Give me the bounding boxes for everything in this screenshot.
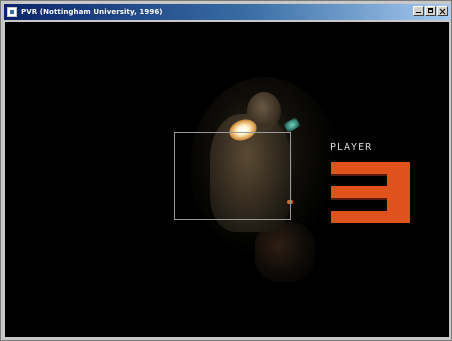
game-window: PVR (Nottingham University, 1996) PLAYER (0, 0, 452, 341)
minimize-button[interactable] (413, 6, 424, 16)
window-title: PVR (Nottingham University, 1996) (21, 8, 163, 16)
maximize-button[interactable] (425, 6, 436, 16)
app-icon[interactable] (7, 7, 17, 17)
close-button[interactable] (437, 6, 448, 16)
selection-frame (174, 132, 291, 220)
player-label: PLAYER (330, 142, 373, 153)
game-viewport[interactable]: PLAYER 3 (5, 22, 449, 337)
window-controls (413, 6, 448, 16)
title-bar[interactable]: PVR (Nottingham University, 1996) (4, 4, 450, 20)
player-number-digit: 3 (331, 162, 410, 223)
